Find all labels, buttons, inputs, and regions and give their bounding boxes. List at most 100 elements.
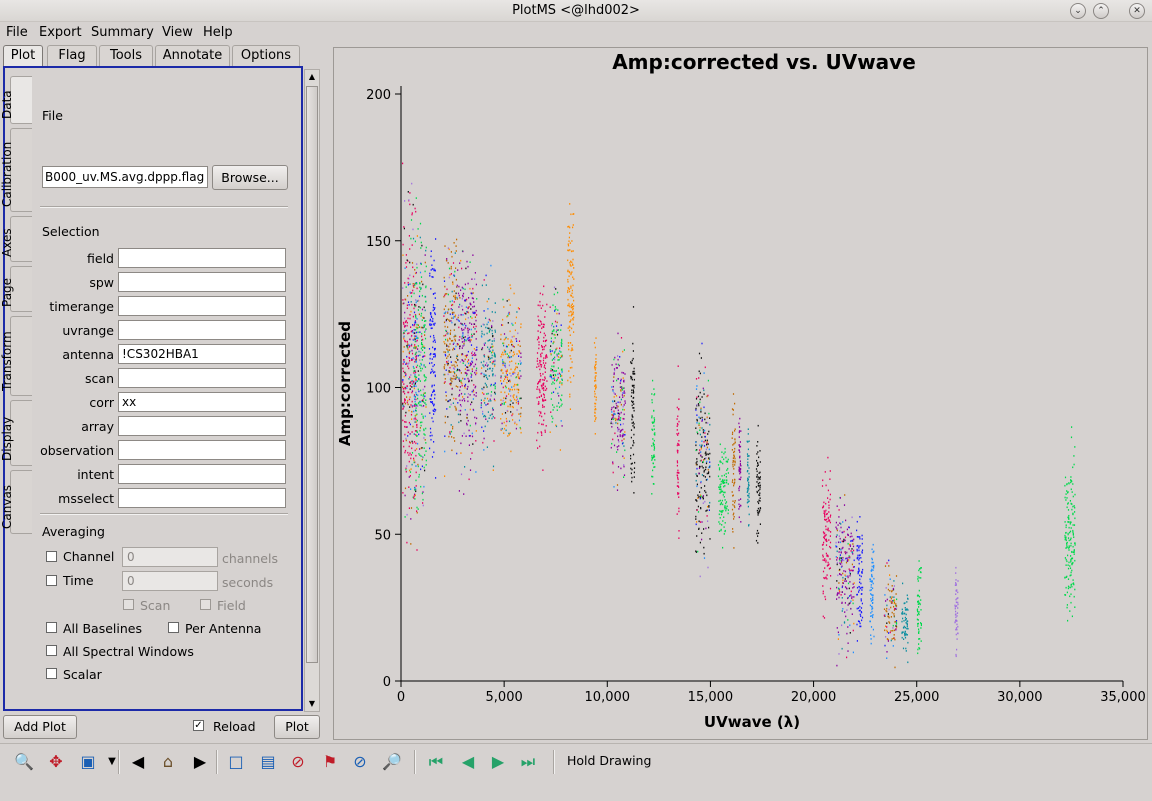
tab-tools[interactable]: Tools: [99, 45, 153, 66]
data-point: [431, 368, 433, 371]
add-plot-button[interactable]: Add Plot: [3, 715, 77, 739]
reload-checkbox[interactable]: ✓: [193, 720, 204, 731]
close-button[interactable]: ✕: [1129, 3, 1145, 19]
data-point: [869, 578, 872, 581]
tab-plot[interactable]: Plot: [3, 45, 43, 66]
data-point: [759, 484, 761, 487]
vtab-calibration[interactable]: Calibration: [0, 128, 32, 212]
data-point: [842, 579, 844, 582]
vtab-canvas[interactable]: Canvas: [0, 470, 32, 534]
scroll-up-icon[interactable]: ▲: [306, 70, 318, 84]
field-input[interactable]: [118, 248, 286, 268]
all-spw-checkbox[interactable]: [46, 645, 57, 656]
zoom-icon[interactable]: 🔍: [12, 750, 36, 774]
data-point: [560, 420, 562, 422]
data-point: [406, 324, 408, 327]
data-point: [860, 586, 862, 589]
corr-input[interactable]: xx: [118, 392, 286, 412]
data-point: [906, 601, 908, 603]
maximize-button[interactable]: ⌃: [1093, 3, 1109, 19]
array-input[interactable]: [118, 416, 286, 436]
data-point: [425, 379, 427, 381]
prev-icon[interactable]: ◀: [126, 750, 150, 774]
observation-input[interactable]: [118, 440, 286, 460]
all-baselines-checkbox[interactable]: [46, 622, 57, 633]
time-input[interactable]: 0: [122, 571, 218, 591]
tab-annotate[interactable]: Annotate: [155, 45, 230, 66]
data-point: [455, 296, 457, 299]
flag-icon[interactable]: ⚑: [318, 750, 342, 774]
data-point: [856, 529, 858, 532]
subtract-region-icon[interactable]: ▤: [256, 750, 280, 774]
data-point: [454, 365, 456, 368]
data-point: [402, 243, 404, 246]
file-input[interactable]: B000_uv.MS.avg.dppp.flag: [42, 166, 208, 188]
spw-input[interactable]: [118, 272, 286, 292]
data-point: [696, 521, 698, 523]
data-point: [594, 402, 596, 405]
home-icon[interactable]: ⌂: [156, 750, 180, 774]
locate-icon[interactable]: 🔎: [380, 750, 404, 774]
antenna-input[interactable]: !CS302HBA1: [118, 344, 286, 364]
scroll-thumb[interactable]: [306, 86, 318, 663]
scan-checkbox[interactable]: [123, 599, 134, 610]
uvrange-input[interactable]: [118, 320, 286, 340]
data-point: [844, 602, 846, 604]
data-point: [727, 509, 729, 511]
first-page-icon[interactable]: ⏮: [424, 750, 448, 774]
menu-file[interactable]: File: [6, 25, 28, 40]
field-checkbox[interactable]: [200, 599, 211, 610]
browse-button[interactable]: Browse...: [212, 165, 288, 190]
per-antenna-checkbox[interactable]: [168, 622, 179, 633]
scroll-down-icon[interactable]: ▼: [306, 697, 318, 711]
pan-icon[interactable]: ✥: [44, 750, 68, 774]
tab-options[interactable]: Options: [232, 45, 300, 66]
minimize-button[interactable]: ⌄: [1070, 3, 1086, 19]
data-point: [652, 469, 654, 472]
data-point: [415, 331, 418, 334]
data-point: [653, 428, 655, 431]
menu-summary[interactable]: Summary: [91, 25, 154, 40]
data-point: [434, 297, 436, 299]
data-point: [538, 402, 540, 405]
plot-button[interactable]: Plot: [274, 715, 320, 739]
msselect-input[interactable]: [118, 488, 286, 508]
plot-canvas[interactable]: Amp:corrected vs. UVwave 0 5,000 10,000 15,0…: [333, 47, 1148, 740]
vtab-display[interactable]: Display: [0, 400, 32, 466]
menu-view[interactable]: View: [162, 25, 193, 40]
vtab-transform[interactable]: Transform: [0, 316, 32, 396]
channel-input[interactable]: 0: [122, 547, 218, 567]
channel-checkbox[interactable]: [46, 551, 57, 562]
tab-flag[interactable]: Flag: [47, 45, 97, 66]
prev-page-icon[interactable]: ◀: [456, 750, 480, 774]
data-point: [732, 473, 735, 475]
vtab-page[interactable]: Page: [0, 266, 32, 312]
data-point: [709, 501, 711, 504]
unflag-icon[interactable]: ⊘: [348, 750, 372, 774]
data-point: [699, 491, 701, 493]
data-point: [465, 318, 467, 321]
vtab-axes[interactable]: Axes: [0, 216, 32, 262]
data-point: [512, 419, 514, 421]
menu-export[interactable]: Export: [39, 25, 82, 40]
data-point: [471, 360, 473, 363]
scalar-checkbox[interactable]: [46, 668, 57, 679]
last-page-icon[interactable]: ⏭: [516, 750, 540, 774]
next-page-icon[interactable]: ▶: [486, 750, 510, 774]
data-point: [453, 375, 455, 378]
timerange-input[interactable]: [118, 296, 286, 316]
annotate-text-icon[interactable]: ▣: [76, 750, 100, 774]
clear-regions-icon[interactable]: ⊘: [286, 750, 310, 774]
data-point: [455, 335, 457, 337]
mark-region-icon[interactable]: □: [224, 750, 248, 774]
scan-input[interactable]: [118, 368, 286, 388]
hold-drawing-toggle[interactable]: Hold Drawing: [567, 753, 651, 768]
vtab-data[interactable]: Data: [0, 76, 32, 124]
menu-help[interactable]: Help: [203, 25, 233, 40]
next-icon[interactable]: ▶: [188, 750, 212, 774]
panel-scrollbar[interactable]: ▲ ▼: [304, 69, 320, 712]
chevron-down-icon[interactable]: ▼: [100, 750, 124, 774]
data-point: [920, 622, 922, 624]
time-checkbox[interactable]: [46, 575, 57, 586]
intent-input[interactable]: [118, 464, 286, 484]
